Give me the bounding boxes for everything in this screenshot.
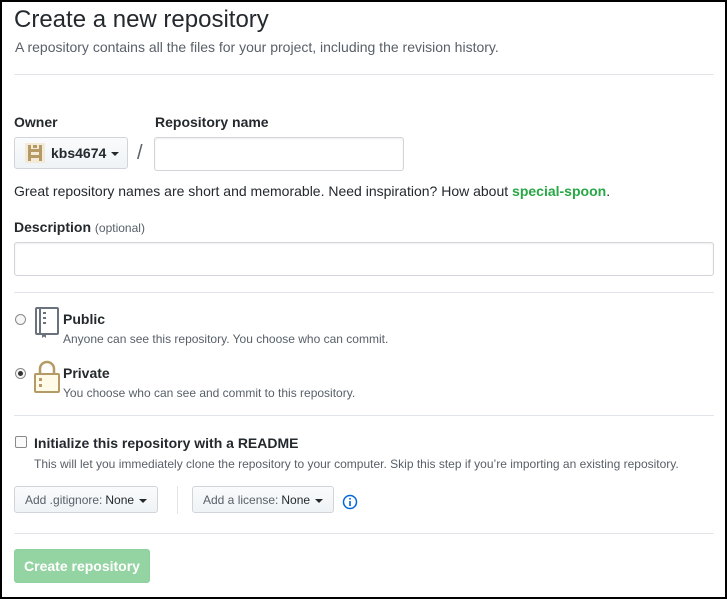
lock-icon	[34, 360, 60, 393]
public-title: Public	[63, 311, 106, 327]
create-repository-page: Create a new repository A repository con…	[0, 0, 727, 599]
info-icon[interactable]	[342, 494, 358, 510]
owner-label: Owner	[14, 114, 58, 130]
divider	[14, 533, 714, 534]
public-radio[interactable]	[15, 314, 26, 325]
owner-name: kbs4674	[51, 145, 107, 161]
page-title: Create a new repository	[14, 6, 269, 33]
public-description: Anyone can see this repository. You choo…	[63, 332, 389, 346]
user-avatar-icon	[25, 143, 45, 163]
chevron-down-icon	[315, 498, 324, 503]
license-value: None	[281, 492, 311, 507]
repo-book-icon	[35, 307, 59, 338]
license-label: Add a license:	[203, 492, 279, 507]
repo-name-hint: Great repository names are short and mem…	[14, 183, 610, 199]
gitignore-select-button[interactable]: Add .gitignore: None	[14, 486, 159, 513]
hint-suffix: .	[606, 183, 611, 199]
readme-checkbox[interactable]	[15, 436, 27, 448]
repo-name-input[interactable]	[154, 137, 404, 171]
divider	[14, 292, 714, 293]
name-suggestion-link[interactable]: special-spoon	[512, 183, 606, 199]
owner-repo-separator: /	[137, 142, 143, 164]
description-label-text: Description	[14, 219, 92, 235]
owner-select-button[interactable]: kbs4674	[14, 137, 128, 169]
create-repository-button[interactable]: Create repository	[14, 549, 150, 583]
chevron-down-icon	[111, 152, 120, 156]
divider	[14, 74, 714, 75]
private-title: Private	[63, 365, 110, 381]
optional-tag: (optional)	[94, 221, 145, 235]
description-input[interactable]	[14, 242, 714, 276]
gitignore-label: Add .gitignore:	[25, 492, 103, 507]
chevron-down-icon	[139, 498, 148, 503]
license-select-button[interactable]: Add a license: None	[192, 486, 335, 513]
gitignore-value: None	[105, 492, 135, 507]
description-label: Description (optional)	[14, 219, 145, 235]
readme-title: Initialize this repository with a README	[34, 435, 299, 451]
hint-text: Great repository names are short and mem…	[14, 183, 513, 199]
private-description: You choose who can see and commit to thi…	[63, 386, 356, 400]
page-subtitle: A repository contains all the files for …	[15, 39, 499, 55]
vertical-divider	[177, 486, 178, 514]
divider	[14, 415, 714, 416]
readme-description: This will let you immediately clone the …	[34, 457, 679, 471]
private-radio[interactable]	[15, 368, 26, 379]
repo-name-label: Repository name	[155, 114, 269, 130]
